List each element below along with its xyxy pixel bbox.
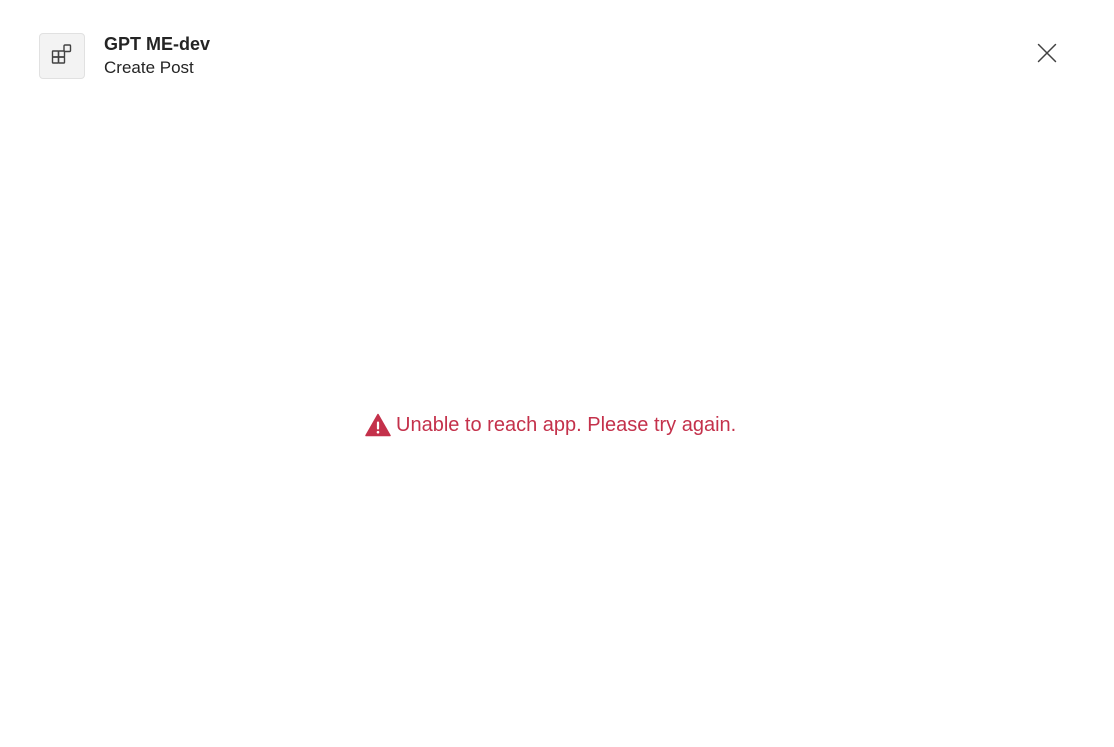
close-button[interactable] bbox=[1031, 39, 1063, 71]
app-icon-container bbox=[39, 33, 85, 79]
apps-icon bbox=[50, 42, 74, 71]
task-module-dialog: GPT ME-dev Create Post Unable to reach a… bbox=[0, 0, 1114, 747]
error-message: Unable to reach app. Please try again. bbox=[365, 412, 736, 438]
close-icon bbox=[1037, 43, 1057, 68]
error-text: Unable to reach app. Please try again. bbox=[396, 413, 737, 436]
warning-icon bbox=[365, 412, 391, 438]
app-name: GPT ME-dev bbox=[104, 34, 211, 54]
dialog-titles: GPT ME-dev Create Post bbox=[104, 32, 210, 80]
dialog-subtitle: Create Post bbox=[104, 58, 194, 77]
dialog-header: GPT ME-dev Create Post bbox=[39, 32, 210, 80]
